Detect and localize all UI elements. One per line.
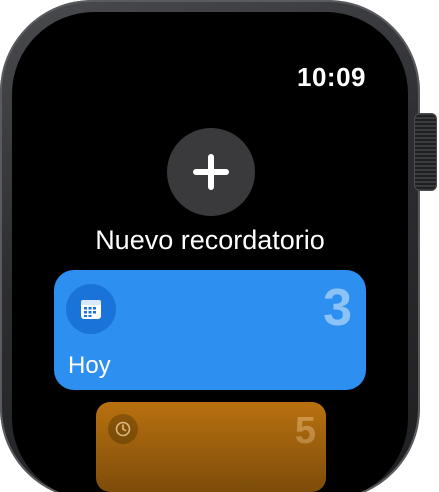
plus-icon [193,154,229,190]
watch-mockup: 10:09 Nuevo recordatorio 3 Hoy 5 [0,0,439,492]
clock-icon [115,421,131,437]
list-icon-badge [108,414,138,444]
status-time: 10:09 [297,62,366,92]
list-count: 3 [323,279,352,337]
list-card-scheduled[interactable]: 5 [96,402,326,492]
calendar-icon [81,300,101,319]
new-reminder-label[interactable]: Nuevo recordatorio [12,225,408,256]
digital-crown[interactable] [414,113,437,191]
list-icon-badge [66,284,116,334]
list-label: Hoy [68,352,111,379]
new-reminder-button[interactable] [167,128,255,216]
list-card-today[interactable]: 3 Hoy [54,270,366,390]
watch-screen: 10:09 Nuevo recordatorio 3 Hoy 5 [12,12,408,492]
list-count: 5 [294,410,316,452]
